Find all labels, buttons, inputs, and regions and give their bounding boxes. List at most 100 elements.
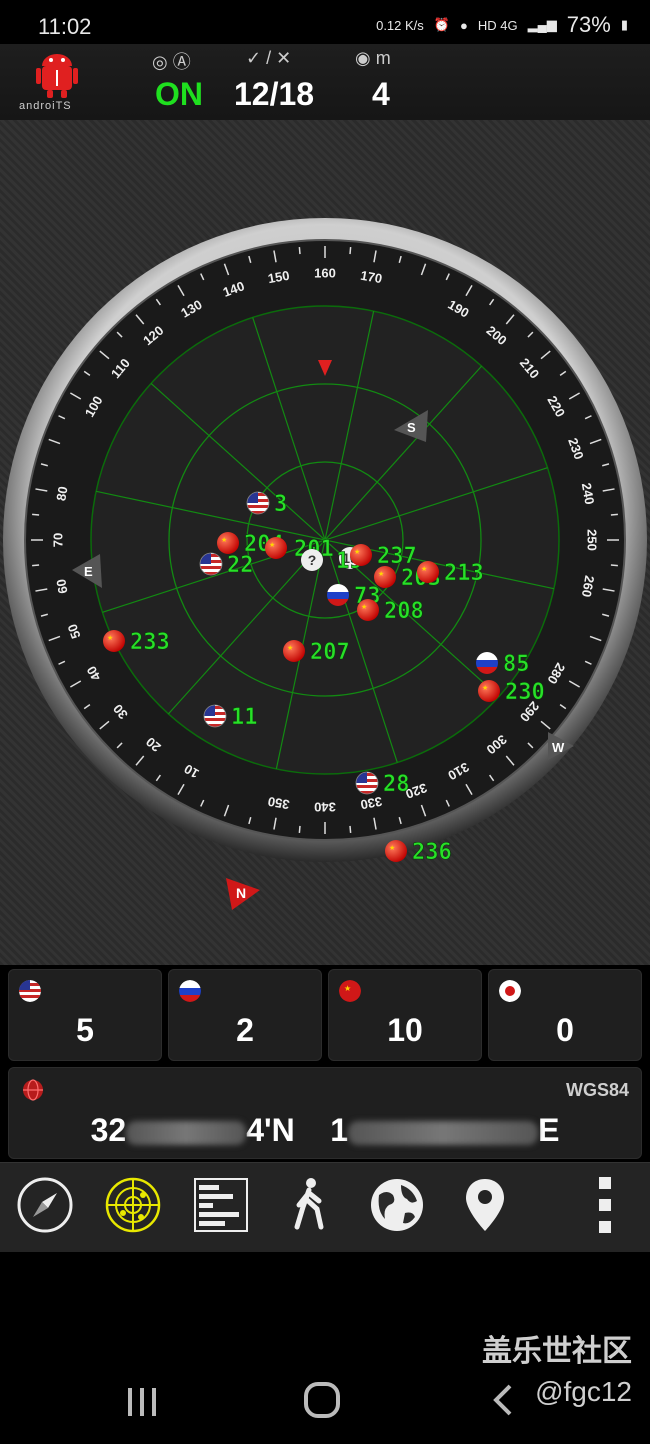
- svg-text:★: ★: [354, 548, 360, 556]
- location-icon: ●: [459, 17, 468, 33]
- svg-text:★: ★: [221, 536, 227, 544]
- home-button[interactable]: [300, 1380, 344, 1420]
- degree-label: 70: [50, 533, 65, 547]
- location-card[interactable]: WGS84 32 4'N 1 E: [8, 1067, 642, 1159]
- satellite-gps[interactable]: 11: [203, 704, 258, 730]
- beidou-count: 10: [387, 1012, 423, 1048]
- degree-label: 60: [53, 578, 70, 595]
- satellite-unknown[interactable]: ?: [301, 549, 323, 571]
- satellite-beidou[interactable]: ★ 207: [283, 640, 350, 665]
- satellite-id-label: 208: [384, 599, 424, 624]
- satellite-beidou[interactable]: ★201: [265, 537, 334, 562]
- gps-status-value: ON: [155, 76, 203, 112]
- satellite-id-label: 230: [505, 680, 545, 705]
- battery-level: 73%: [566, 12, 611, 37]
- app-header: androiTS ◎ Ⓐ ON ✓ / ✕ 12/18 ◉ m 4: [0, 44, 650, 121]
- china-flag-icon: ★: [339, 980, 361, 1002]
- compass-icon[interactable]: [15, 1175, 75, 1235]
- satellite-id-label: 233: [130, 630, 170, 655]
- satellite-id-label: 236: [412, 840, 452, 865]
- russia-flag-icon: [179, 980, 201, 1002]
- watermark-title: 盖乐世社区: [482, 1335, 632, 1368]
- gps-count: 5: [76, 1012, 94, 1048]
- accuracy-icon: ◉ m: [355, 48, 391, 68]
- svg-text:N: N: [236, 885, 246, 901]
- svg-text:★: ★: [389, 844, 395, 852]
- svg-text:?: ?: [308, 552, 317, 568]
- satellite-beidou[interactable]: ★ 230: [478, 680, 545, 705]
- map-pin-icon[interactable]: [455, 1175, 515, 1235]
- walking-icon[interactable]: [279, 1175, 339, 1235]
- satellite-id-label: 213: [444, 561, 484, 586]
- gps-mode-icons: ◎ Ⓐ: [152, 52, 191, 72]
- globe-icon[interactable]: [367, 1175, 427, 1235]
- status-bar: 11:02 0.12 K/s ⏰ ● HD 4G ▂▄▆ 73% ▮: [0, 0, 650, 44]
- degree-label: 250: [585, 529, 600, 551]
- accuracy-value: 4: [372, 76, 390, 112]
- longitude-redacted: [348, 1120, 539, 1145]
- globe-small-icon: [23, 1079, 43, 1101]
- network-label: HD 4G: [477, 17, 518, 33]
- status-time: 11:02: [38, 14, 92, 39]
- qzss-count: 0: [556, 1012, 574, 1048]
- svg-text:S: S: [407, 420, 416, 435]
- watermark-handle: @fgc12: [535, 1375, 632, 1407]
- degree-label: 80: [53, 485, 70, 502]
- sky-view-panel: 10 20 30 40 50 60 70 80 100 110 120 130 140 150 160 170…: [0, 120, 650, 965]
- radar-icon[interactable]: [103, 1175, 163, 1235]
- android-logo-icon[interactable]: [34, 52, 80, 100]
- more-icon[interactable]: [575, 1175, 635, 1235]
- satellite-beidou[interactable]: ★ 233: [103, 630, 170, 655]
- svg-text:★: ★: [482, 684, 488, 692]
- signal-bars-icon[interactable]: [191, 1175, 251, 1235]
- brand-label: androiTS: [19, 100, 72, 112]
- svg-text:★: ★: [107, 634, 113, 642]
- degree-label: 340: [314, 800, 336, 815]
- svg-text:★: ★: [421, 565, 427, 573]
- satellite-beidou[interactable]: ★ 213: [417, 561, 484, 586]
- satellite-id-label: 28: [383, 772, 410, 797]
- signal-icon: ▂▄▆: [527, 17, 557, 32]
- svg-text:★: ★: [269, 541, 275, 549]
- alarm-icon: ⏰: [433, 17, 450, 32]
- latitude-suffix: 4'N: [246, 1112, 295, 1148]
- latitude-prefix: 32: [90, 1112, 127, 1148]
- svg-text:E: E: [84, 564, 93, 579]
- satellite-beidou[interactable]: ★ 208: [357, 599, 424, 624]
- glonass-count: 2: [236, 1012, 254, 1048]
- watermark: 盖乐世社区 @fgc12: [482, 1332, 632, 1410]
- satellite-gps[interactable]: 22: [199, 552, 254, 578]
- recent-apps-button[interactable]: [122, 1384, 162, 1420]
- satellite-id-label: 3: [274, 492, 287, 517]
- sky-view-radar[interactable]: 1020304050607080100110120130140150 160 170…: [0, 120, 650, 965]
- satellite-beidou[interactable]: ★ 236: [385, 840, 452, 865]
- latitude-redacted: [126, 1120, 247, 1145]
- beidou-count-card[interactable]: ★ 10: [328, 969, 482, 1061]
- coordinates: 32 4'N 1 E: [9, 1112, 641, 1149]
- qzss-count-card[interactable]: 0: [488, 969, 642, 1061]
- svg-text:W: W: [552, 740, 565, 755]
- svg-text:★: ★: [287, 644, 293, 652]
- usa-flag-icon: [19, 980, 41, 1002]
- bottom-toolbar: [0, 1162, 650, 1253]
- longitude-prefix: 1: [330, 1112, 349, 1148]
- satellite-used-icons: ✓ / ✕: [246, 48, 292, 68]
- satellite-count-value: 12/18: [234, 76, 315, 112]
- svg-text:★: ★: [344, 984, 351, 993]
- gps-count-card[interactable]: 5: [8, 969, 162, 1061]
- datum-label: WGS84: [565, 1080, 629, 1100]
- satellite-glonass[interactable]: 85: [476, 652, 530, 677]
- status-icons: 0.12 K/s ⏰ ● HD 4G ▂▄▆ 73% ▮: [376, 10, 628, 40]
- cardinal-north-marker: N: [226, 878, 260, 910]
- japan-flag-icon: [499, 980, 521, 1002]
- degree-label: 160: [314, 265, 336, 280]
- battery-icon: ▮: [620, 17, 628, 32]
- svg-text:★: ★: [361, 603, 367, 611]
- satellite-id-label: 11: [231, 705, 258, 730]
- satellite-id-label: 22: [227, 553, 254, 578]
- satellite-id-label: 207: [310, 640, 350, 665]
- satellite-id-label: 85: [503, 652, 530, 677]
- svg-text:★: ★: [378, 570, 384, 578]
- glonass-count-card[interactable]: 2: [168, 969, 322, 1061]
- satellite-gps[interactable]: 28: [355, 771, 410, 797]
